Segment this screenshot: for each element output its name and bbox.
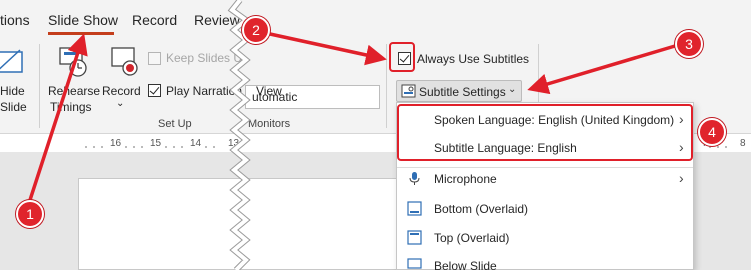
ribbon-tab-bar: tions Slide Show Record Review — [0, 0, 751, 38]
ribbon-divider — [39, 44, 40, 128]
subtitle-settings-icon — [401, 84, 416, 98]
record-icon — [111, 47, 138, 76]
subtitle-settings-label: Subtitle Settings — [419, 85, 506, 99]
position-below-icon — [407, 258, 422, 269]
always-use-subtitles-checkbox[interactable] — [398, 52, 411, 65]
position-bottom-icon — [407, 201, 422, 216]
submenu-arrow-icon: › — [679, 111, 684, 127]
hide-slide-icon — [0, 49, 23, 73]
tab-record[interactable]: Record — [132, 12, 177, 28]
menu-item-below-slide[interactable]: Below Slide — [397, 252, 693, 270]
ruler-tick-label: 7 — [702, 138, 708, 149]
always-use-subtitles-label: Always Use Subtitles — [417, 52, 530, 66]
record-button[interactable]: Record ⌄ — [100, 44, 144, 116]
ruler-tick-label: 14 — [190, 138, 202, 149]
active-tab-indicator — [48, 32, 114, 35]
subtitle-settings-menu: Spoken Language: English (United Kingdom… — [396, 102, 694, 270]
submenu-arrow-icon: › — [679, 170, 684, 186]
tab-slide-show[interactable]: Slide Show — [48, 12, 118, 28]
menu-item-label: Spoken Language: English (United Kingdom… — [434, 113, 675, 127]
ribbon-divider — [386, 44, 387, 128]
ruler-tick-label: 8 — [740, 138, 746, 149]
chevron-down-icon: ⌄ — [508, 84, 517, 95]
ruler-tick-label: 16 — [110, 138, 122, 149]
hide-slide-label-line1: Hide — [0, 84, 25, 98]
tab-transitions[interactable]: tions — [0, 12, 30, 28]
microphone-icon — [409, 172, 420, 185]
submenu-arrow-icon: › — [679, 139, 684, 155]
play-narrations-checkbox[interactable] — [148, 84, 161, 97]
menu-item-label: Microphone — [434, 172, 497, 186]
subtitle-settings-button[interactable]: Subtitle Settings ⌄ — [396, 80, 522, 102]
rehearse-timings-button[interactable]: Rehearse Timings — [46, 44, 101, 116]
hide-slide-label-line2: Slide — [0, 100, 27, 114]
rehearse-timings-label-line2: Timings — [50, 100, 92, 114]
menu-item-label: Bottom (Overlaid) — [434, 202, 529, 216]
group-label-monitors: Monitors — [248, 118, 291, 130]
group-label-setup: Set Up — [158, 118, 192, 130]
menu-item-subtitle-language[interactable]: Subtitle Language: English › — [397, 134, 693, 162]
record-label: Record — [102, 84, 141, 98]
torn-edge-graphic — [227, 0, 251, 270]
position-top-icon — [407, 230, 422, 245]
rehearse-timings-icon — [59, 47, 87, 77]
menu-item-label: Below Slide — [434, 259, 497, 270]
keep-slides-updated-checkbox[interactable] — [148, 52, 161, 65]
rehearse-timings-label-line1: Rehearse — [48, 84, 101, 98]
menu-item-label: Subtitle Language: English — [434, 141, 577, 155]
menu-item-microphone[interactable]: Microphone › — [397, 165, 693, 193]
menu-item-bottom-overlaid[interactable]: Bottom (Overlaid) — [397, 195, 693, 223]
menu-item-spoken-language[interactable]: Spoken Language: English (United Kingdom… — [397, 106, 693, 134]
menu-item-top-overlaid[interactable]: Top (Overlaid) — [397, 224, 693, 252]
hide-slide-button[interactable]: Hide Slide — [0, 44, 30, 114]
use-presenter-view-label[interactable]: View — [256, 84, 282, 98]
menu-item-label: Top (Overlaid) — [434, 231, 510, 245]
record-chevron-icon[interactable]: ⌄ — [116, 98, 124, 109]
ruler-tick-label: 15 — [150, 138, 162, 149]
